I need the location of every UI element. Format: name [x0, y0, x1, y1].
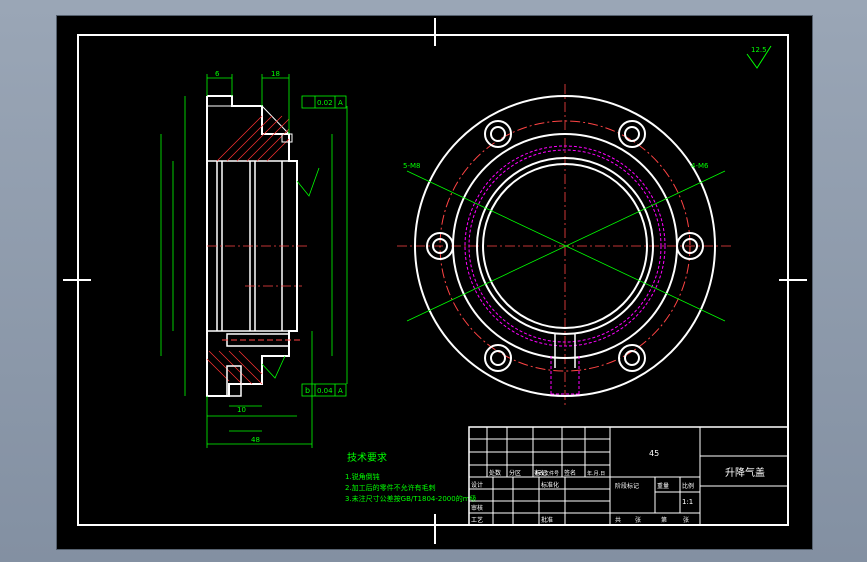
tb-review: 审核 — [471, 504, 483, 512]
cad-drawing: 12.5 6 18 0.02 A b 0.04 A 48 10 5-M8 4-M… — [63, 18, 807, 544]
tb-stage-mark: 阶段标记 — [615, 482, 639, 490]
tb-approve: 批准 — [541, 516, 553, 524]
tb-process: 工艺 — [471, 516, 483, 524]
flange-dim-left: 5-M8 — [403, 162, 420, 170]
flange-dim-right: 4-M6 — [691, 162, 709, 170]
section-dim-labels: 6 18 0.02 A b 0.04 A 48 10 — [215, 70, 343, 444]
dim-top-b: 18 — [271, 70, 280, 78]
title-block: 标记 处数 分区 更改文件号 签名 年.月.日 设计 标准化 审核 工艺 批准 … — [468, 426, 789, 526]
tol-top-ref: A — [338, 99, 343, 107]
tb-sheet-no: 第 — [661, 516, 667, 524]
section-view — [206, 95, 307, 397]
dim-bore-a: 48 — [251, 436, 260, 444]
tech-item: 2.加工后的零件不允许有毛刺 — [345, 483, 436, 492]
dim-top-a: 6 — [215, 70, 220, 78]
tb-scale-value: 1:1 — [682, 498, 693, 506]
roughness-value: 12.5 — [751, 46, 767, 54]
tb-scale-label: 比例 — [682, 482, 694, 490]
flange-front-view — [397, 84, 732, 408]
tech-requirements: 技术要求 1.锐角倒钝 2.加工后的零件不允许有毛刺 3.未注尺寸公差按GB/T… — [345, 451, 477, 503]
tb-material: 45 — [649, 449, 659, 458]
tb-sheet-unit: 张 — [683, 516, 689, 524]
tech-item: 1.锐角倒钝 — [345, 472, 380, 481]
tb-signature: 签名 — [564, 469, 576, 477]
tb-standardize: 标准化 — [541, 481, 559, 489]
tech-item: 3.未注尺寸公差按GB/T1804-2000的m级 — [345, 494, 477, 503]
tb-sheet: 张 — [635, 516, 641, 524]
datum-b: b — [305, 386, 310, 395]
tb-sheet-total: 共 — [615, 516, 621, 524]
tb-zone: 分区 — [509, 469, 521, 477]
tol-bottom-value: 0.04 — [317, 387, 333, 395]
tb-change-doc: 更改文件号 — [534, 470, 559, 477]
tech-title: 技术要求 — [347, 451, 387, 464]
tb-part-name: 升降气盖 — [725, 466, 765, 479]
flange-dim-labels: 5-M8 4-M6 — [403, 162, 709, 170]
drawing-border — [77, 34, 789, 526]
dim-bore-b: 10 — [237, 406, 246, 414]
drawing-sheet: 12.5 6 18 0.02 A b 0.04 A 48 10 5-M8 4-M… — [56, 15, 813, 550]
tb-designer: 设计 — [471, 481, 483, 489]
roughness-symbol: 12.5 — [746, 45, 772, 69]
tb-date: 年.月.日 — [587, 470, 605, 477]
tol-bottom-ref: A — [338, 387, 343, 395]
tb-weight: 重量 — [657, 482, 669, 490]
tol-top-value: 0.02 — [317, 99, 333, 107]
tb-count: 处数 — [489, 469, 501, 477]
